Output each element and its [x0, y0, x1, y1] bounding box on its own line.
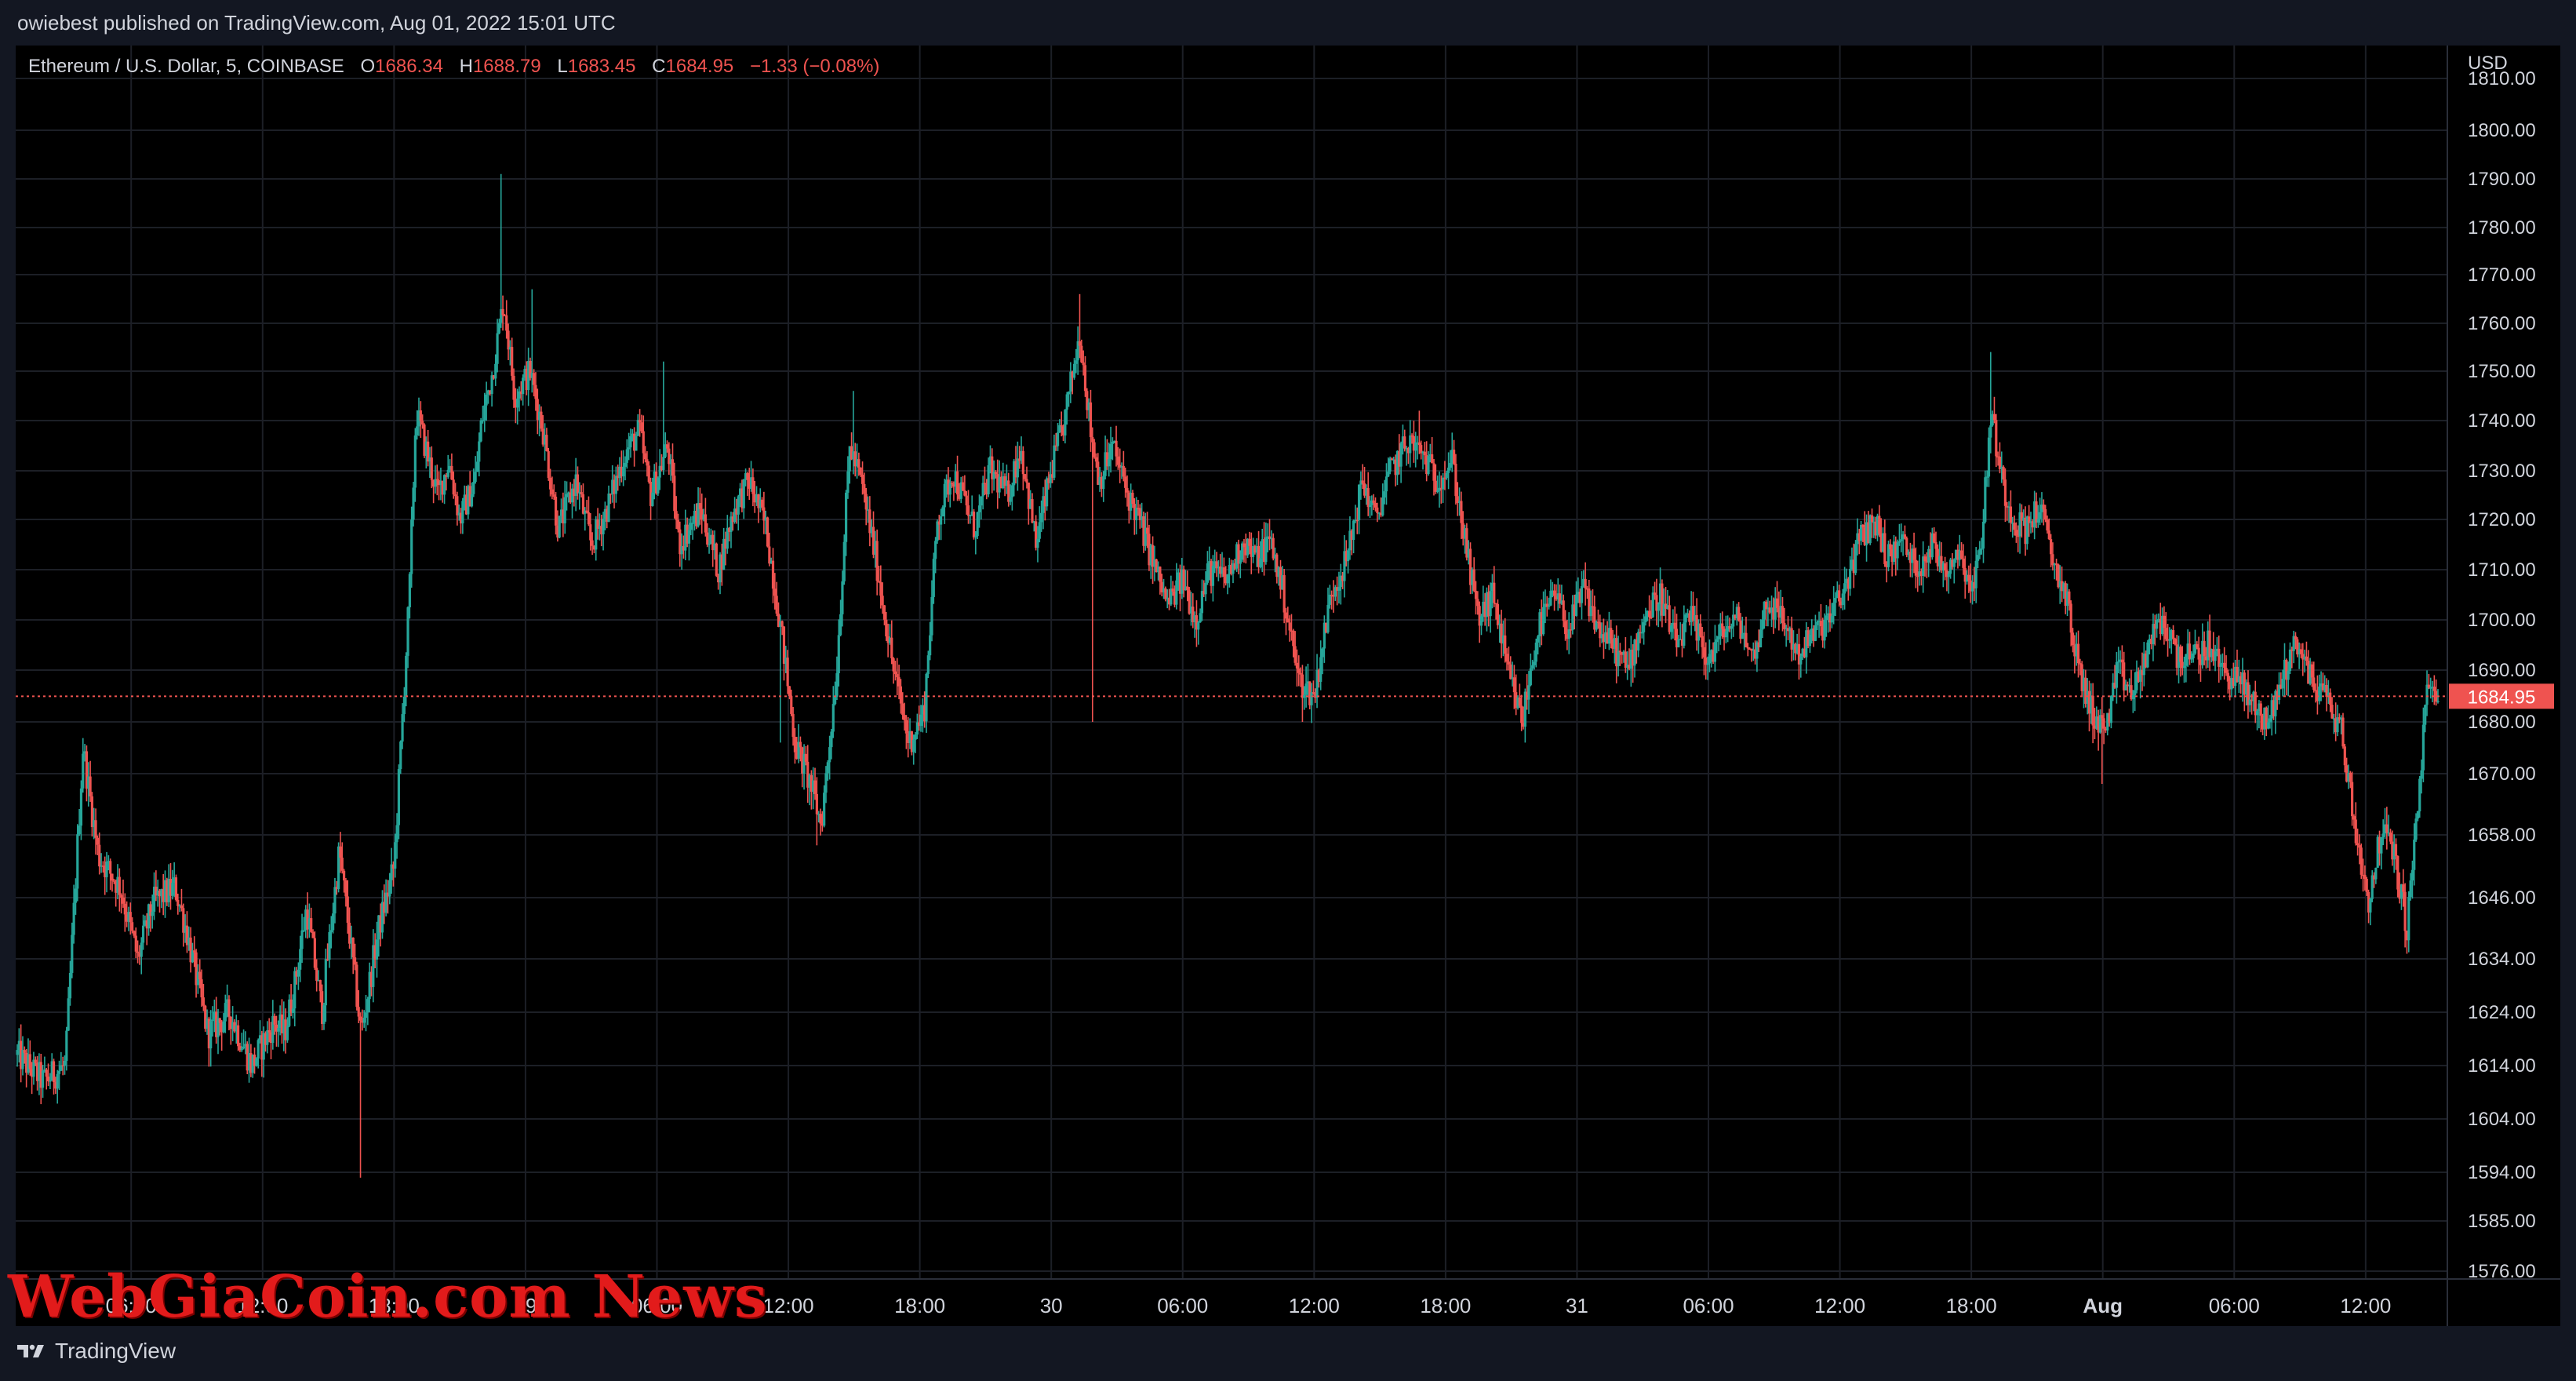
price-tick-label: 1624.00 — [2468, 1002, 2536, 1023]
price-tick-label: 1690.00 — [2468, 660, 2536, 681]
low-label: L — [557, 56, 567, 77]
time-tick-label: 06:00 — [1683, 1294, 1734, 1317]
tradingview-brand[interactable]: TradingView — [16, 1339, 176, 1364]
publish-info: owiebest published on TradingView.com, A… — [17, 11, 616, 35]
candle — [976, 512, 979, 540]
time-tick-label: Aug — [2083, 1294, 2123, 1317]
open-value: 1686.34 — [375, 56, 443, 77]
time-tick-label: 18:00 — [1946, 1294, 1997, 1317]
candle — [972, 508, 976, 540]
price-tick-label: 1780.00 — [2468, 217, 2536, 239]
price-tick-label: 1658.00 — [2468, 825, 2536, 846]
candle — [558, 516, 561, 539]
footer-bar — [0, 1326, 2576, 1381]
time-tick-label: 12:00 — [1814, 1294, 1865, 1317]
change-value: −1.33 (−0.08%) — [750, 56, 879, 77]
time-tick-label: 18:00 — [1420, 1294, 1471, 1317]
time-tick-label: 12:00 — [2340, 1294, 2391, 1317]
high-label: H — [460, 56, 473, 77]
close-value: 1684.95 — [666, 56, 734, 77]
candle — [547, 447, 550, 481]
candle — [355, 961, 358, 1011]
candle — [1984, 470, 1987, 524]
watermark-text: WebGiaCoin.com News — [8, 1263, 768, 1331]
close-label: C — [652, 56, 665, 77]
high-value: 1688.79 — [473, 56, 541, 77]
symbol-label: Ethereum / U.S. Dollar, 5, COINBASE — [28, 56, 344, 77]
price-tick-label: 1646.00 — [2468, 887, 2536, 909]
publish-header: owiebest published on TradingView.com, A… — [0, 0, 2576, 46]
tradingview-logo-icon — [17, 1344, 44, 1357]
price-tick-label: 1680.00 — [2468, 712, 2536, 733]
price-tick-label: 1604.00 — [2468, 1109, 2536, 1130]
time-tick-label: 18:00 — [894, 1294, 945, 1317]
tradingview-brand-label: TradingView — [55, 1339, 176, 1363]
time-tick-label: 31 — [1566, 1294, 1588, 1317]
candle — [766, 516, 770, 548]
low-value: 1683.45 — [568, 56, 636, 77]
price-chart[interactable]: 1810.001800.001790.001780.001770.001760.… — [0, 0, 2576, 1381]
open-label: O — [360, 56, 375, 77]
candle — [715, 542, 718, 578]
price-tick-label: 1720.00 — [2468, 509, 2536, 530]
time-tick-label: 06:00 — [1157, 1294, 1208, 1317]
time-tick-label: 12:00 — [1289, 1294, 1340, 1317]
candle — [479, 417, 482, 443]
price-tick-label: 1770.00 — [2468, 264, 2536, 286]
price-tick-label: 1670.00 — [2468, 763, 2536, 785]
price-tick-label: 1614.00 — [2468, 1055, 2536, 1077]
price-tick-label: 1760.00 — [2468, 313, 2536, 334]
time-tick-label: 30 — [1040, 1294, 1063, 1317]
price-tick-label: 1740.00 — [2468, 410, 2536, 432]
candle — [2341, 712, 2345, 749]
price-tick-label: 1594.00 — [2468, 1162, 2536, 1183]
price-tick-label: 1585.00 — [2468, 1211, 2536, 1232]
candle — [2360, 844, 2363, 880]
currency-label: USD — [2468, 53, 2508, 74]
time-tick-label: 06:00 — [2209, 1294, 2260, 1317]
price-tick-label: 1700.00 — [2468, 610, 2536, 631]
price-tick-label: 1750.00 — [2468, 361, 2536, 382]
time-tick-label: 12:00 — [763, 1294, 814, 1317]
candle — [1854, 540, 1857, 576]
candle — [932, 552, 935, 604]
candle — [174, 874, 178, 902]
price-tick-label: 1800.00 — [2468, 120, 2536, 141]
price-tick-label: 1790.00 — [2468, 169, 2536, 190]
price-tick-label: 1710.00 — [2468, 559, 2536, 581]
candle — [399, 740, 402, 774]
candle — [2174, 637, 2177, 646]
candle — [657, 476, 660, 496]
candle — [2146, 639, 2149, 669]
price-tick-label: 1730.00 — [2468, 461, 2536, 482]
last-price-label: 1684.95 — [2468, 687, 2536, 708]
price-tick-label: 1634.00 — [2468, 949, 2536, 970]
